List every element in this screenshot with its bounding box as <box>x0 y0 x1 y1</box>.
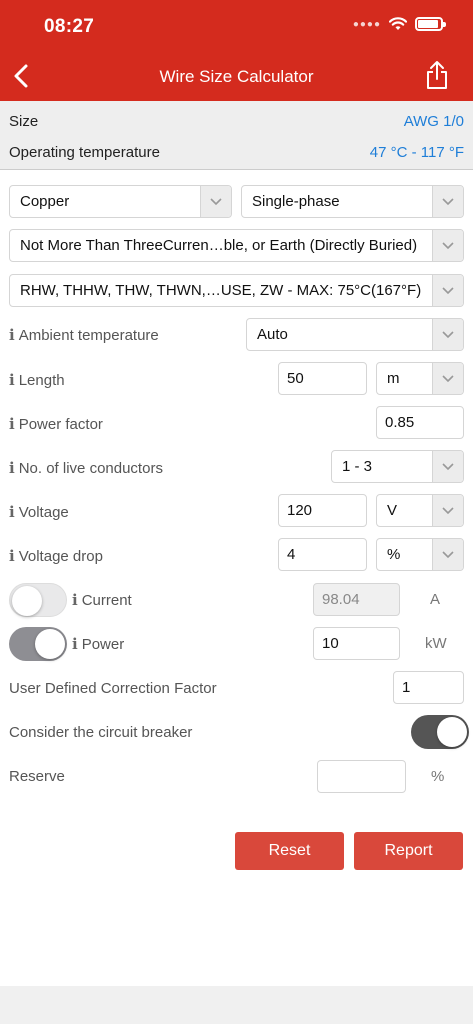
voltage-drop-unit-select[interactable]: % <box>376 538 464 571</box>
current-label: i Current <box>72 591 132 609</box>
insulation-value: RHW, THHW, THW, THWN,…USE, ZW - MAX: 75°… <box>20 282 422 299</box>
chevron-down-icon <box>432 451 463 482</box>
voltage-drop-label: i Voltage drop <box>9 547 103 565</box>
info-icon[interactable]: i <box>9 503 15 521</box>
current-input[interactable]: 98.04 <box>313 583 400 616</box>
phase-select[interactable]: Single-phase <box>241 185 464 218</box>
power-factor-input[interactable]: 0.85 <box>376 406 464 439</box>
reset-button[interactable]: Reset <box>235 832 344 870</box>
current-toggle[interactable] <box>9 583 67 617</box>
info-icon[interactable]: i <box>9 326 15 344</box>
size-label: Size <box>9 113 39 130</box>
toggle-knob <box>12 586 42 616</box>
reserve-input[interactable] <box>317 760 406 793</box>
chevron-down-icon <box>432 319 463 350</box>
operating-temp-row: Operating temperature 47 °C - 117 °F <box>9 144 464 161</box>
power-input[interactable]: 10 <box>313 627 400 660</box>
voltage-unit-select[interactable]: V <box>376 494 464 527</box>
share-icon[interactable] <box>425 60 449 90</box>
chevron-down-icon <box>432 186 463 217</box>
wifi-icon <box>389 17 407 30</box>
correction-factor-label: User Defined Correction Factor <box>9 680 217 697</box>
info-icon[interactable]: i <box>9 459 15 477</box>
app-header: 08:27 ●●●● Wire Size Calculator <box>0 0 473 101</box>
signal-icon: ●●●● <box>352 18 381 30</box>
voltage-input[interactable]: 120 <box>278 494 367 527</box>
status-time: 08:27 <box>44 16 95 37</box>
power-factor-label: i Power factor <box>9 415 103 433</box>
chevron-down-icon <box>432 275 463 306</box>
chevron-down-icon <box>432 363 463 394</box>
insulation-select[interactable]: RHW, THHW, THW, THWN,…USE, ZW - MAX: 75°… <box>9 274 464 307</box>
reserve-label: Reserve <box>9 768 65 785</box>
length-label: i Length <box>9 371 65 389</box>
circuit-breaker-toggle[interactable] <box>411 715 469 749</box>
current-unit: A <box>430 591 441 608</box>
report-button[interactable]: Report <box>354 832 463 870</box>
toggle-knob <box>437 717 467 747</box>
correction-factor-input[interactable]: 1 <box>393 671 464 704</box>
size-row: Size AWG 1/0 <box>9 113 464 130</box>
power-label: i Power <box>72 635 125 653</box>
voltage-label: i Voltage <box>9 503 69 521</box>
live-conductors-label: i No. of live conductors <box>9 459 163 477</box>
status-icons: ●●●● <box>352 17 446 31</box>
installation-value: Not More Than ThreeCurren…ble, or Earth … <box>20 237 418 254</box>
info-icon[interactable]: i <box>72 635 78 653</box>
operating-temp-label: Operating temperature <box>9 144 160 161</box>
info-icon[interactable]: i <box>9 547 15 565</box>
power-unit: kW <box>425 635 447 652</box>
result-summary: Size AWG 1/0 Operating temperature 47 °C… <box>0 101 473 170</box>
chevron-down-icon <box>200 186 231 217</box>
page-title: Wire Size Calculator <box>159 67 314 86</box>
chevron-down-icon <box>432 539 463 570</box>
ambient-temp-label: i Ambient temperature <box>9 326 159 344</box>
chevron-down-icon <box>432 230 463 261</box>
info-icon[interactable]: i <box>9 415 15 433</box>
material-select[interactable]: Copper <box>9 185 232 218</box>
length-input[interactable]: 50 <box>278 362 367 395</box>
installation-select[interactable]: Not More Than ThreeCurren…ble, or Earth … <box>9 229 464 262</box>
reserve-unit: % <box>431 768 445 785</box>
operating-temp-value: 47 °C - 117 °F <box>369 144 464 161</box>
battery-icon <box>415 17 446 31</box>
size-value: AWG 1/0 <box>403 113 464 130</box>
ambient-temp-select[interactable]: Auto <box>246 318 464 351</box>
chevron-down-icon <box>432 495 463 526</box>
circuit-breaker-label: Consider the circuit breaker <box>9 724 193 741</box>
bottom-bar <box>0 986 473 1024</box>
toggle-knob <box>35 629 65 659</box>
info-icon[interactable]: i <box>9 371 15 389</box>
voltage-drop-input[interactable]: 4 <box>278 538 367 571</box>
power-toggle[interactable] <box>9 627 67 661</box>
info-icon[interactable]: i <box>72 591 78 609</box>
length-unit-select[interactable]: m <box>376 362 464 395</box>
live-conductors-select[interactable]: 1 - 3 <box>331 450 464 483</box>
